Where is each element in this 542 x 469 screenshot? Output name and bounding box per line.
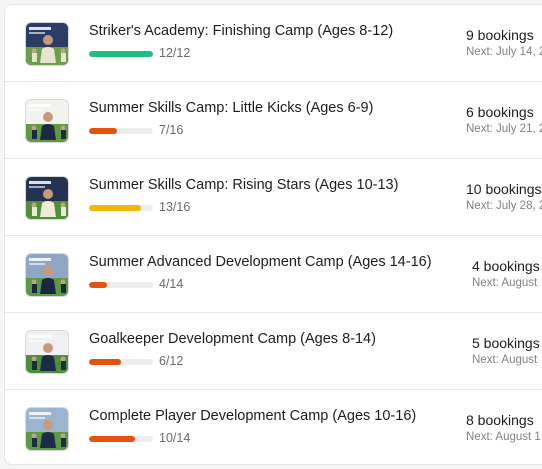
camps-list-card: Striker's Academy: Finishing Camp (Ages … [4,4,542,465]
camp-title[interactable]: Summer Advanced Development Camp (Ages 1… [89,254,432,270]
camp-row[interactable]: Summer Skills Camp: Little Kicks (Ages 6… [5,82,542,159]
capacity-count: 4/14 [159,277,184,291]
camp-title[interactable]: Goalkeeper Development Camp (Ages 8-14) [89,331,376,347]
capacity-count: 10/14 [159,431,191,445]
capacity-progress-bar [89,436,153,442]
camp-title[interactable]: Complete Player Development Camp (Ages 1… [89,408,416,424]
next-session-date: Next: July 28, 2 [466,200,542,212]
camp-thumbnail-image [25,330,69,374]
capacity-count: 6/12 [159,354,184,368]
camp-row[interactable]: Summer Skills Camp: Rising Stars (Ages 1… [5,159,542,236]
bookings-count: 10 bookings [466,181,542,197]
camp-row[interactable]: Complete Player Development Camp (Ages 1… [5,390,542,467]
next-session-date: Next: July 14, 2 [466,46,542,58]
camp-title[interactable]: Summer Skills Camp: Rising Stars (Ages 1… [89,177,398,193]
capacity-progress-fill [89,128,117,134]
camp-thumbnail-image [25,407,69,451]
camp-row[interactable]: Summer Advanced Development Camp (Ages 1… [5,236,542,313]
capacity-progress-bar [89,359,153,365]
camp-row[interactable]: Striker's Academy: Finishing Camp (Ages … [5,5,542,82]
camp-thumbnail-image [25,99,69,143]
bookings-count: 4 bookings [472,258,540,274]
bookings-count: 6 bookings [466,104,534,120]
camp-thumbnail-image [25,176,69,220]
next-session-date: Next: July 21, 2 [466,123,542,135]
camp-thumbnail-image [25,22,69,66]
next-session-date: Next: August [472,277,538,289]
next-session-date: Next: August 1 [466,431,541,443]
capacity-progress-fill [89,51,153,57]
bookings-count: 5 bookings [472,335,540,351]
camp-row[interactable]: Goalkeeper Development Camp (Ages 8-14) 6… [5,313,542,390]
capacity-progress-fill [89,359,121,365]
bookings-count: 8 bookings [466,412,534,428]
camp-title[interactable]: Summer Skills Camp: Little Kicks (Ages 6… [89,100,373,116]
capacity-progress-fill [89,282,108,288]
capacity-count: 13/16 [159,200,191,214]
capacity-progress-bar [89,128,153,134]
capacity-count: 12/12 [159,46,191,60]
capacity-progress-fill [89,436,135,442]
capacity-progress-fill [89,205,141,211]
capacity-progress-bar [89,282,153,288]
camp-thumbnail-image [25,253,69,297]
bookings-count: 9 bookings [466,27,534,43]
capacity-progress-bar [89,51,153,57]
capacity-progress-bar [89,205,153,211]
next-session-date: Next: August [472,354,538,366]
camp-title[interactable]: Striker's Academy: Finishing Camp (Ages … [89,23,393,39]
capacity-count: 7/16 [159,123,184,137]
